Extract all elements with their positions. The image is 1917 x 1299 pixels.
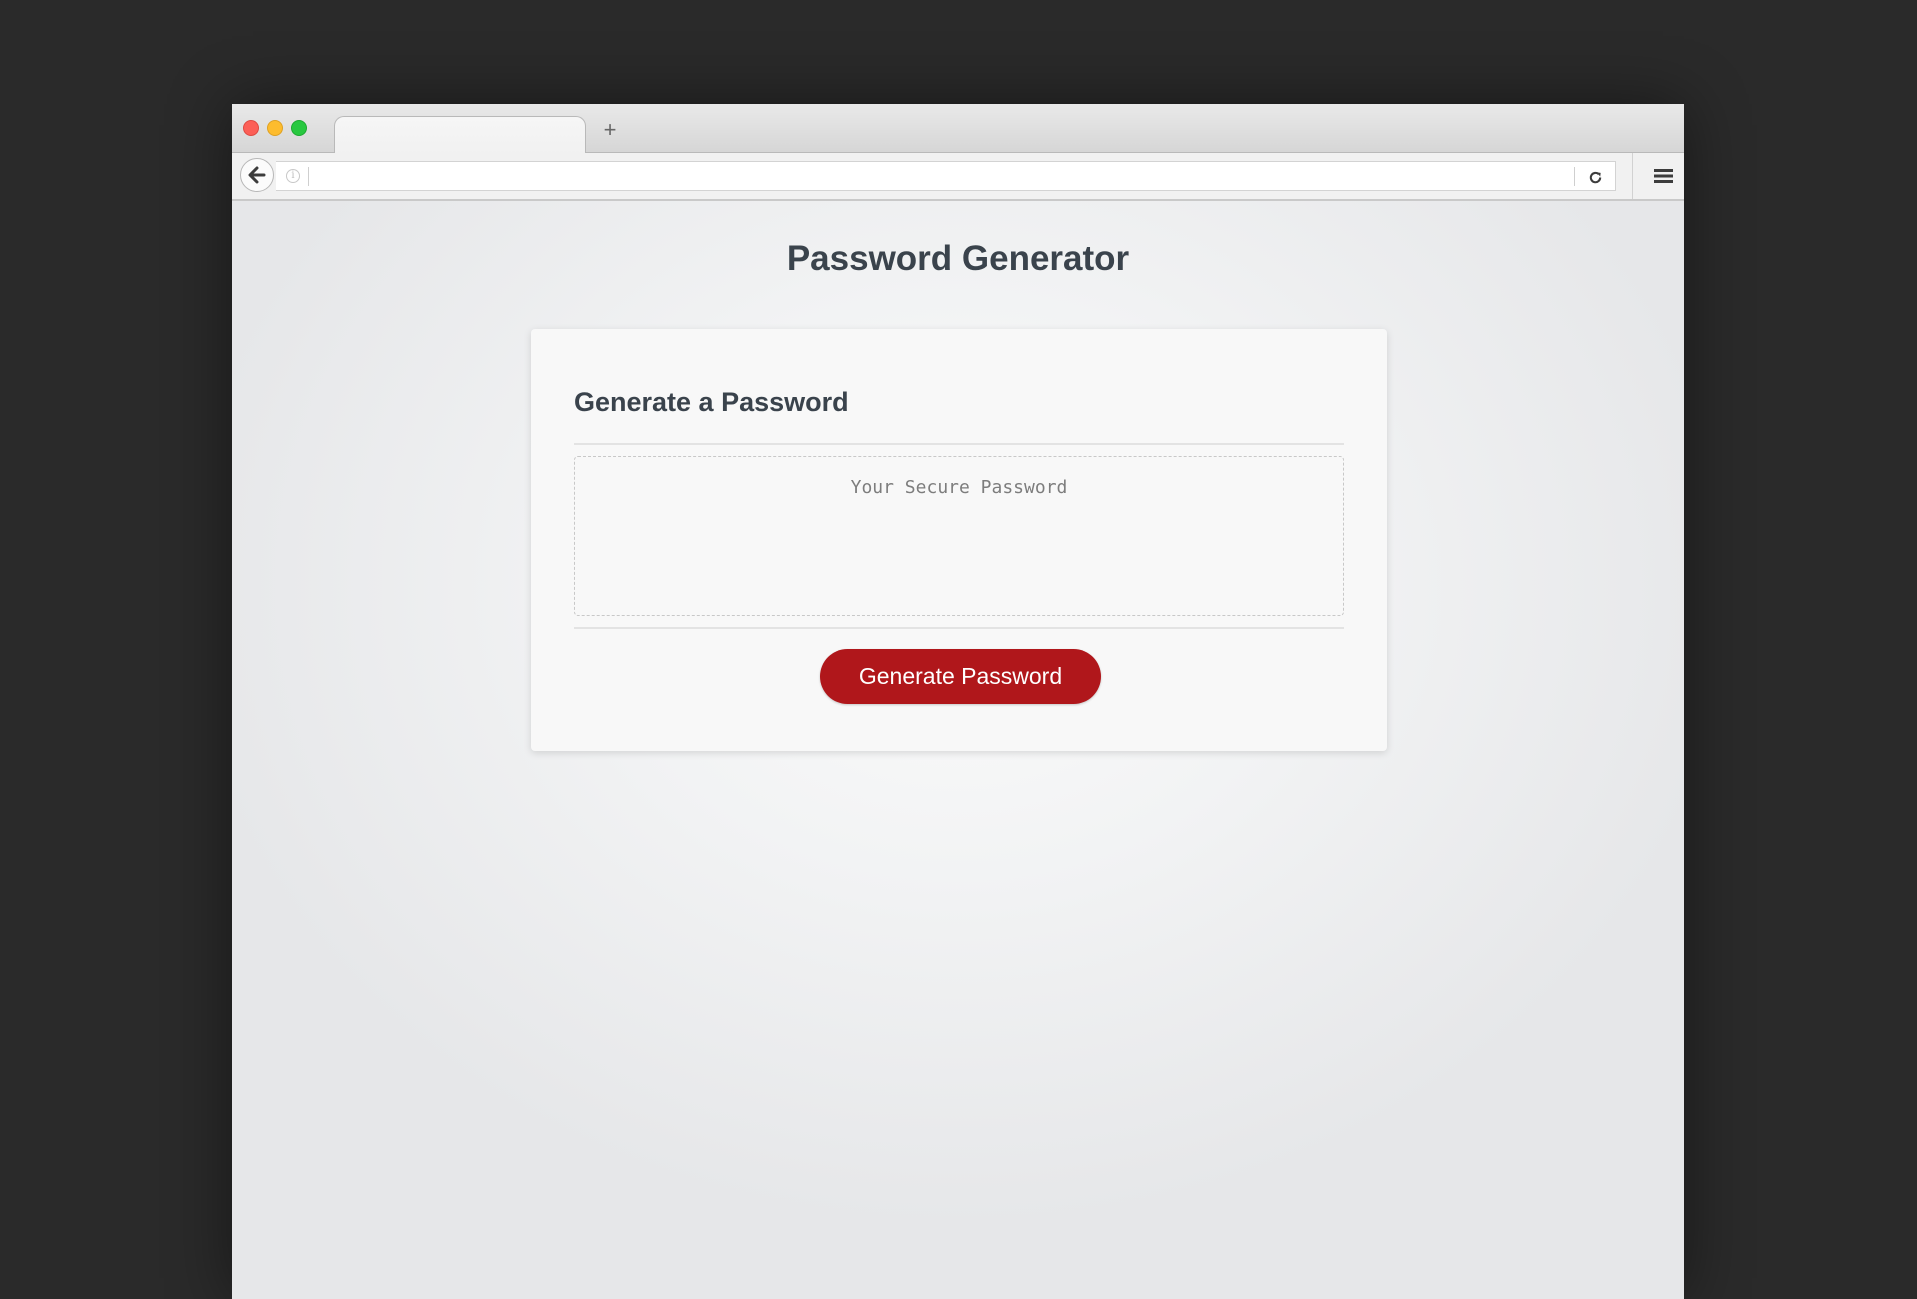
new-tab-button[interactable]: + <box>598 118 622 142</box>
reload-button[interactable] <box>1585 167 1605 187</box>
password-output-field[interactable] <box>574 456 1344 616</box>
address-divider-right <box>1574 167 1575 186</box>
tab-bar: + <box>232 104 1684 154</box>
info-icon[interactable]: i <box>286 169 300 183</box>
address-bar[interactable]: i <box>276 161 1616 191</box>
card-divider-bottom <box>574 627 1344 629</box>
hamburger-menu-icon <box>1653 169 1673 183</box>
maximize-window-icon[interactable] <box>291 120 307 136</box>
navigation-toolbar: i <box>232 153 1684 201</box>
minimize-window-icon[interactable] <box>267 120 283 136</box>
page-content: Password Generator Generate a Password G… <box>232 201 1684 1299</box>
toolbar-separator <box>1632 153 1633 199</box>
arrow-left-icon <box>248 166 266 184</box>
address-divider <box>308 167 309 186</box>
menu-button[interactable] <box>1652 165 1674 187</box>
page-title: Password Generator <box>786 239 1130 278</box>
card-divider-top <box>574 443 1344 445</box>
card-header: Generate a Password <box>574 387 849 417</box>
reload-icon <box>1589 171 1601 183</box>
browser-window: + i Password Generator Generate a Passwo… <box>232 104 1684 1299</box>
password-card: Generate a Password Generate Password <box>531 329 1387 751</box>
close-window-icon[interactable] <box>243 120 259 136</box>
generate-password-button[interactable]: Generate Password <box>820 649 1101 704</box>
browser-tab[interactable] <box>334 116 586 154</box>
back-button[interactable] <box>240 158 274 192</box>
